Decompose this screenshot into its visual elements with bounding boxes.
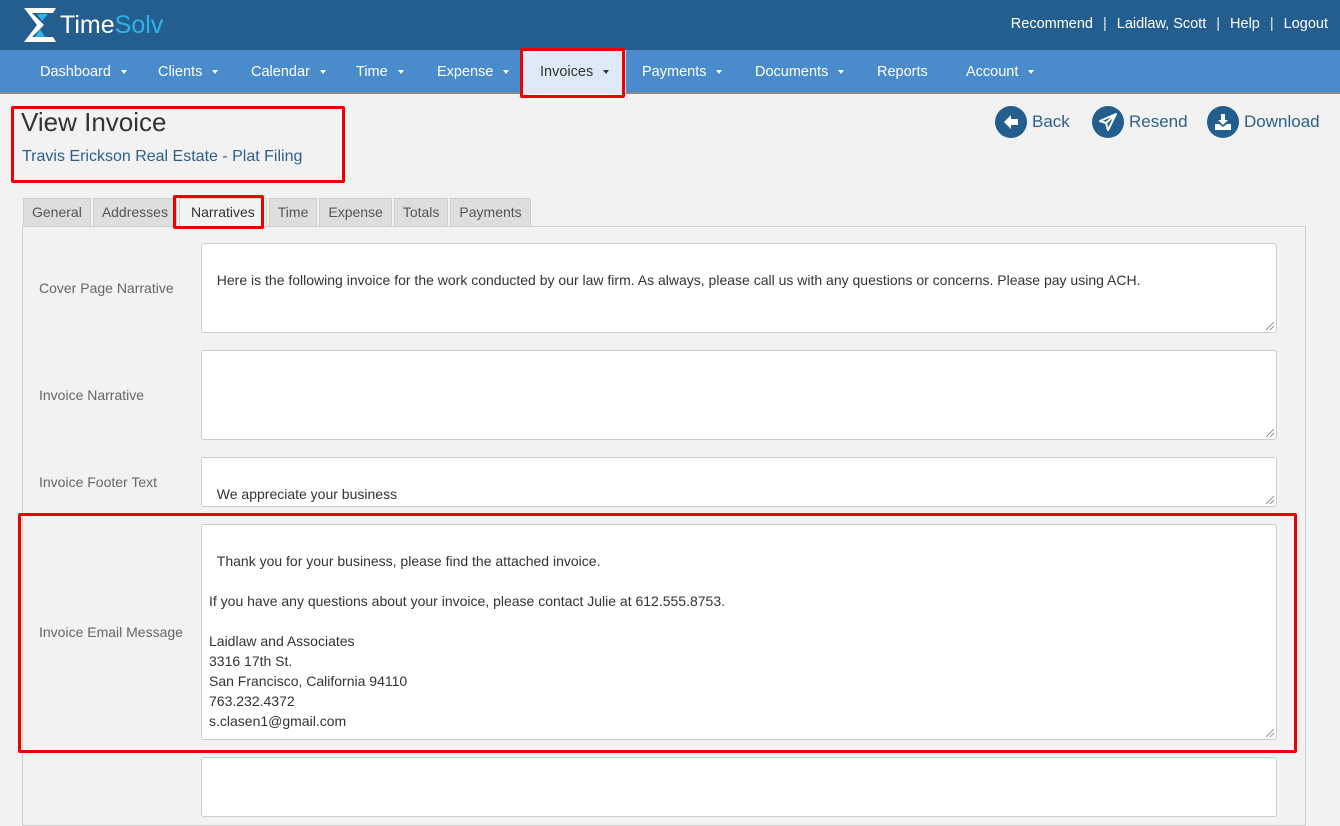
resize-handle[interactable] [1266,322,1274,330]
nav-dashboard[interactable]: Dashboard [40,50,127,94]
resize-handle[interactable] [1266,429,1274,437]
paper-plane-icon [1092,106,1124,138]
recommend-link[interactable]: Recommend [1011,16,1093,32]
download-tray-icon [1207,106,1239,138]
caret-down-icon [603,70,610,75]
logo-wordmark: TimeSolv [60,10,164,39]
nav-label: Time [356,64,388,80]
logout-link[interactable]: Logout [1284,16,1328,32]
caret-down-icon [319,70,326,75]
nav-label: Dashboard [40,64,111,80]
invoice-email-message-textarea[interactable]: Thank you for your business, please find… [201,524,1277,740]
nav-label: Account [966,64,1019,80]
nav-invoices[interactable]: Invoices [523,50,627,94]
separator: | [1216,16,1221,32]
nav-time[interactable]: Time [356,50,404,94]
nav-label: Invoices [540,64,594,80]
nav-documents[interactable]: Documents [755,50,845,94]
invoice-tabs: General Addresses Narratives Time Expens… [23,198,533,227]
back-label: Back [1032,112,1070,131]
download-button[interactable]: Download [1207,106,1320,138]
nav-label: Payments [642,64,707,80]
caret-down-icon [503,70,510,75]
caret-down-icon [1028,70,1035,75]
nav-label: Expense [437,64,494,80]
separator: | [1102,16,1107,32]
next-field-textarea[interactable] [201,757,1277,817]
back-button[interactable]: Back [995,106,1070,138]
nav-reports[interactable]: Reports [877,50,928,94]
cover-page-narrative-textarea[interactable]: Here is the following invoice for the wo… [201,243,1277,333]
app-header: TimeSolv Recommend | Laidlaw, Scott | He… [0,0,1340,50]
nav-label: Calendar [251,64,310,80]
caret-down-icon [838,70,845,75]
invoice-footer-text-textarea[interactable]: We appreciate your business [201,457,1277,507]
logo-text-solv: Solv [114,10,164,39]
nav-label: Reports [877,64,928,80]
resend-button[interactable]: Resend [1092,106,1188,138]
invoice-email-message-value: Thank you for your business, please find… [209,553,726,729]
logo-text-time: Time [60,10,115,39]
download-label: Download [1244,112,1320,131]
tab-addresses[interactable]: Addresses [92,198,177,227]
nav-label: Clients [158,64,203,80]
tab-narratives[interactable]: Narratives [178,198,267,227]
top-links: Recommend | Laidlaw, Scott | Help | Logo… [1011,16,1328,32]
caret-down-icon [120,70,127,75]
invoice-footer-text-label: Invoice Footer Text [39,474,158,490]
tab-totals[interactable]: Totals [393,198,449,227]
cover-page-narrative-label: Cover Page Narrative [39,280,174,296]
main-nav: Dashboard Clients Calendar Time Expense … [0,50,1340,94]
user-profile-link[interactable]: Laidlaw, Scott [1117,16,1206,32]
invoice-email-message-label: Invoice Email Message [39,624,183,640]
invoice-narrative-label: Invoice Narrative [39,387,145,403]
arrow-left-circle-icon [995,106,1027,138]
timesolv-logo[interactable]: TimeSolv [23,7,163,43]
resend-label: Resend [1129,112,1188,131]
nav-clients[interactable]: Clients [158,50,219,94]
caret-down-icon [716,70,723,75]
resize-handle[interactable] [1266,496,1274,504]
nav-payments[interactable]: Payments [642,50,723,94]
tab-expense[interactable]: Expense [319,198,392,227]
hourglass-logo-icon [24,8,56,42]
caret-down-icon [212,70,219,75]
invoice-client-matter: Travis Erickson Real Estate - Plat Filin… [22,148,303,165]
resize-handle[interactable] [1266,729,1274,737]
separator: | [1269,16,1274,32]
tab-time[interactable]: Time [268,198,318,227]
tab-general[interactable]: General [23,198,91,227]
cover-page-narrative-value: Here is the following invoice for the wo… [216,272,1141,288]
invoice-footer-text-value: We appreciate your business [216,486,398,502]
invoice-narrative-textarea[interactable] [201,350,1277,440]
nav-expense[interactable]: Expense [437,50,510,94]
tab-payments[interactable]: Payments [450,198,531,227]
nav-label: Documents [755,64,829,80]
help-link[interactable]: Help [1230,16,1260,32]
caret-down-icon [397,70,404,75]
nav-calendar[interactable]: Calendar [251,50,326,94]
nav-account[interactable]: Account [966,50,1035,94]
page-title: View Invoice [21,107,167,137]
